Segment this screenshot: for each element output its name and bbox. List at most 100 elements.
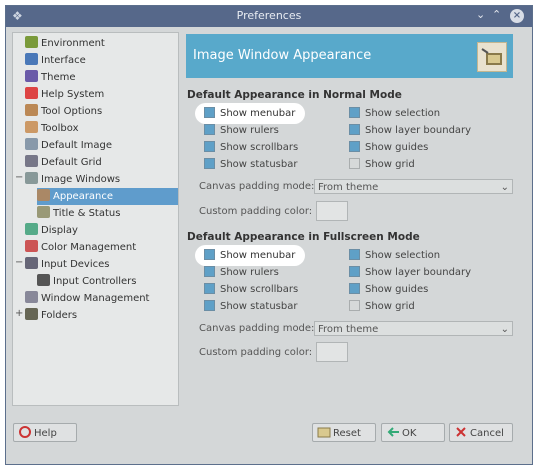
fullscreen-checkbox-show-grid[interactable]: Show grid	[349, 300, 415, 314]
sidebar-item-label: Environment	[41, 38, 105, 49]
sidebar-item-interface[interactable]: Interface	[25, 52, 178, 69]
sidebar-item-label: Input Controllers	[53, 276, 137, 287]
sidebar-item-theme[interactable]: Theme	[25, 69, 178, 86]
chevron-down-icon: ⌄	[500, 182, 509, 193]
input-devices-icon	[25, 257, 38, 269]
fullscreen-checkbox-show-scrollbars[interactable]: Show scrollbars	[204, 283, 298, 297]
sidebar-item-title-status[interactable]: Title & Status	[37, 205, 178, 222]
sidebar-item-window-management[interactable]: Window Management	[25, 290, 178, 307]
checkbox-label: Show scrollbars	[220, 284, 299, 295]
sidebar-item-toolbox[interactable]: Toolbox	[25, 120, 178, 137]
chevron-down-icon: ⌄	[500, 324, 509, 335]
ok-button[interactable]: OK	[381, 423, 445, 442]
checkbox-label: Show menubar	[220, 250, 296, 261]
checkbox-label: Show selection	[365, 250, 441, 261]
title-bar[interactable]: ❖ Preferences ⌄ ⌃ ×	[6, 6, 532, 27]
fullscreen-checkbox-show-selection[interactable]: Show selection	[349, 249, 440, 263]
collapse-icon[interactable]: −	[15, 172, 23, 183]
cancel-icon	[454, 426, 468, 438]
checkbox-icon	[204, 266, 215, 277]
sidebar-item-image-windows[interactable]: Image Windows	[25, 171, 178, 188]
fullscreen-checkbox-show-statusbar[interactable]: Show statusbar	[204, 300, 297, 314]
default-image-icon	[25, 138, 38, 150]
expand-icon[interactable]: +	[15, 308, 23, 319]
normal-mode-title: Default Appearance in Normal Mode	[187, 89, 402, 101]
checkbox-icon	[349, 158, 360, 169]
cancel-button[interactable]: Cancel	[449, 423, 513, 442]
sidebar-item-color-management[interactable]: Color Management	[25, 239, 178, 256]
maximize-icon[interactable]: ⌃	[492, 8, 501, 21]
checkbox-icon	[204, 107, 215, 118]
collapse-icon[interactable]: −	[15, 257, 23, 268]
sidebar-item-default-grid[interactable]: Default Grid	[25, 154, 178, 171]
sidebar-item-label: Interface	[41, 55, 86, 66]
sidebar-item-environment[interactable]: Environment	[25, 35, 178, 52]
help-button[interactable]: Help	[13, 423, 77, 442]
sidebar-item-label: Tool Options	[41, 106, 103, 117]
minimize-icon[interactable]: ⌄	[476, 8, 485, 21]
display-icon	[25, 223, 38, 235]
sidebar-item-label: Theme	[41, 72, 76, 83]
fullscreen-checkbox-show-layer-boundary[interactable]: Show layer boundary	[349, 266, 471, 280]
checkbox-label: Show layer boundary	[365, 267, 472, 278]
canvas-padding-mode-label-fullscreen: Canvas padding mode:	[199, 323, 315, 334]
sidebar-item-input-devices[interactable]: Input Devices	[25, 256, 178, 273]
sidebar-item-label: Default Grid	[41, 157, 102, 168]
custom-padding-color-label: Custom padding color:	[199, 206, 313, 217]
sidebar-item-tool-options[interactable]: Tool Options	[25, 103, 178, 120]
checkbox-label: Show guides	[365, 142, 429, 153]
fullscreen-checkbox-show-guides[interactable]: Show guides	[349, 283, 428, 297]
normal-checkbox-show-layer-boundary[interactable]: Show layer boundary	[349, 124, 471, 138]
checkbox-icon	[204, 283, 215, 294]
sidebar-item-label: Input Devices	[41, 259, 110, 270]
fullscreen-checkbox-show-rulers[interactable]: Show rulers	[204, 266, 279, 280]
fullscreen-checkbox-show-menubar[interactable]: Show menubar	[204, 249, 295, 263]
canvas-padding-mode-select-fullscreen[interactable]: From theme ⌄	[314, 321, 513, 336]
toolbox-icon	[25, 121, 38, 133]
sidebar-item-input-controllers[interactable]: Input Controllers	[37, 273, 178, 290]
canvas-padding-mode-select[interactable]: From theme ⌄	[314, 179, 513, 194]
checkbox-label: Show selection	[365, 108, 441, 119]
normal-checkbox-show-rulers[interactable]: Show rulers	[204, 124, 279, 138]
tool-options-icon	[25, 104, 38, 116]
normal-checkbox-show-guides[interactable]: Show guides	[349, 141, 428, 155]
sidebar-item-folders[interactable]: Folders	[25, 307, 178, 324]
canvas-padding-mode-value: From theme	[318, 182, 379, 193]
checkbox-label: Show statusbar	[220, 159, 298, 170]
checkbox-icon	[349, 141, 360, 152]
interface-icon	[25, 53, 38, 65]
normal-checkbox-show-scrollbars[interactable]: Show scrollbars	[204, 141, 298, 155]
close-icon[interactable]: ×	[510, 9, 524, 23]
sidebar-item-appearance[interactable]: Appearance	[37, 188, 178, 205]
custom-padding-color-button-fullscreen[interactable]	[316, 342, 348, 362]
checkbox-icon	[349, 124, 360, 135]
checkbox-label: Show rulers	[220, 267, 279, 278]
normal-checkbox-show-selection[interactable]: Show selection	[349, 107, 440, 121]
sidebar-item-label: Help System	[41, 89, 105, 100]
sidebar-item-label: Window Management	[41, 293, 150, 304]
image-windows-icon	[25, 172, 38, 184]
sidebar-item-default-image[interactable]: Default Image	[25, 137, 178, 154]
normal-checkbox-show-menubar[interactable]: Show menubar	[204, 107, 295, 121]
ok-label: OK	[402, 428, 417, 439]
folders-icon	[25, 308, 38, 320]
sidebar-item-help-system[interactable]: Help System	[25, 86, 178, 103]
help-lifebuoy-icon	[25, 87, 38, 99]
page-title: Image Window Appearance	[193, 48, 372, 63]
fullscreen-mode-title: Default Appearance in Fullscreen Mode	[187, 231, 420, 243]
sidebar-item-label: Display	[41, 225, 78, 236]
custom-padding-color-button[interactable]	[316, 201, 348, 221]
checkbox-icon	[349, 283, 360, 294]
checkbox-icon	[349, 249, 360, 260]
normal-checkbox-show-statusbar[interactable]: Show statusbar	[204, 158, 297, 172]
title-status-icon	[37, 206, 50, 218]
reset-button[interactable]: Reset	[312, 423, 376, 442]
canvas-padding-mode-value-fullscreen: From theme	[318, 324, 379, 335]
normal-checkbox-show-grid[interactable]: Show grid	[349, 158, 415, 172]
canvas-padding-mode-label: Canvas padding mode:	[199, 181, 315, 192]
checkbox-label: Show grid	[365, 159, 415, 170]
image-window-icon	[477, 42, 507, 72]
sidebar-item-label: Title & Status	[53, 208, 121, 219]
sidebar-item-display[interactable]: Display	[25, 222, 178, 239]
checkbox-label: Show menubar	[220, 108, 296, 119]
